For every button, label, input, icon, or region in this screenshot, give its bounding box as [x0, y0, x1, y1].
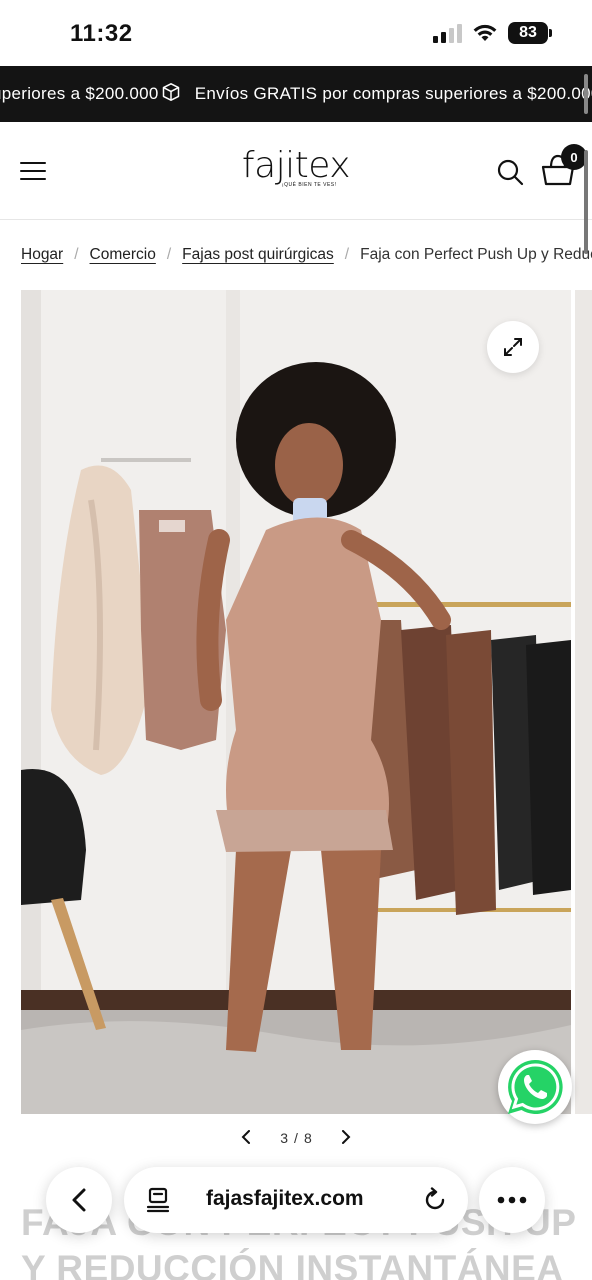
breadcrumb-current: Faja con Perfect Push Up y Reducción Ins — [360, 246, 592, 263]
gallery-separator: / — [294, 1130, 298, 1146]
url-text[interactable]: fajasfajitex.com — [206, 1187, 364, 1211]
breadcrumb-link-shop[interactable]: Comercio — [90, 246, 156, 264]
expand-icon — [504, 338, 522, 356]
page-scrollbar[interactable] — [584, 150, 588, 254]
breadcrumb-separator: / — [166, 246, 172, 263]
chevron-right-icon[interactable] — [340, 1129, 352, 1147]
gallery-total: 8 — [303, 1130, 312, 1146]
whatsapp-icon — [508, 1059, 563, 1114]
status-icons: 83 — [433, 22, 552, 44]
battery-icon: 83 — [508, 22, 552, 44]
breadcrumb: Hogar / Comercio / Fajas post quirúrgica… — [21, 246, 592, 264]
search-icon[interactable] — [496, 158, 524, 186]
browser-more-button[interactable] — [479, 1167, 545, 1233]
breadcrumb-link-category[interactable]: Fajas post quirúrgicas — [182, 246, 334, 264]
breadcrumb-separator: / — [344, 246, 350, 263]
address-bar[interactable]: fajasfajitex.com — [124, 1167, 468, 1233]
breadcrumb-link-home[interactable]: Hogar — [21, 246, 63, 264]
product-photo — [21, 290, 571, 1114]
gallery-pager: 3 / 8 — [240, 1124, 352, 1152]
logo-wordmark: fajitex — [241, 145, 351, 186]
announcement-bar: uperiores a $200.000 Envíos GRATIS por c… — [0, 66, 592, 122]
expand-image-button[interactable] — [487, 321, 539, 373]
announcement-text: uperiores a $200.000 — [0, 84, 159, 103]
scrollbar — [584, 74, 588, 114]
site-header: fajitex ¡QUÉ BIEN TE VES! — [0, 122, 592, 220]
gallery-current: 3 — [280, 1130, 289, 1146]
gallery-counter: 3 / 8 — [280, 1130, 311, 1146]
box-icon — [161, 82, 181, 107]
announcement-item: Envíos GRATIS por compras superiores a $… — [161, 82, 592, 107]
chevron-left-icon[interactable] — [240, 1129, 252, 1147]
status-bar: 11:32 83 — [0, 0, 592, 66]
reload-icon[interactable] — [422, 1187, 448, 1218]
product-image[interactable] — [21, 290, 571, 1114]
signal-icon — [433, 23, 462, 43]
wifi-icon — [472, 23, 498, 43]
whatsapp-button[interactable] — [498, 1050, 572, 1124]
next-image-peek[interactable] — [575, 290, 592, 1114]
breadcrumb-separator: / — [74, 246, 79, 263]
more-dots-icon — [497, 1196, 527, 1204]
page-menu-icon[interactable] — [146, 1187, 170, 1218]
site-logo[interactable]: fajitex ¡QUÉ BIEN TE VES! — [236, 146, 356, 196]
announcement-item: uperiores a $200.000 — [0, 84, 159, 104]
status-time: 11:32 — [70, 20, 133, 47]
announcement-text: Envíos GRATIS por compras superiores a $… — [194, 84, 592, 103]
menu-icon[interactable] — [20, 162, 46, 180]
browser-back-button[interactable] — [46, 1167, 112, 1233]
back-arrow-icon — [72, 1188, 86, 1212]
